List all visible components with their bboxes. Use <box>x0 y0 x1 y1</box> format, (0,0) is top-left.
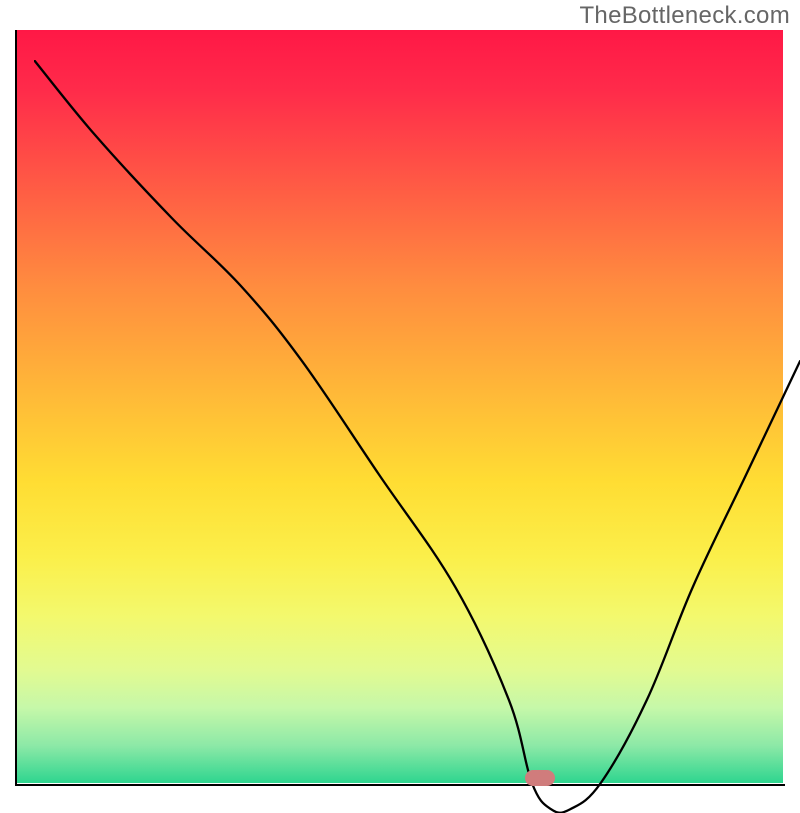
y-axis <box>15 30 17 786</box>
bottleneck-curve <box>34 60 800 813</box>
optimal-marker <box>525 770 555 786</box>
watermark-text: TheBottleneck.com <box>579 2 790 30</box>
plot-area <box>17 30 783 783</box>
chart-container: TheBottleneck.com <box>0 0 800 800</box>
